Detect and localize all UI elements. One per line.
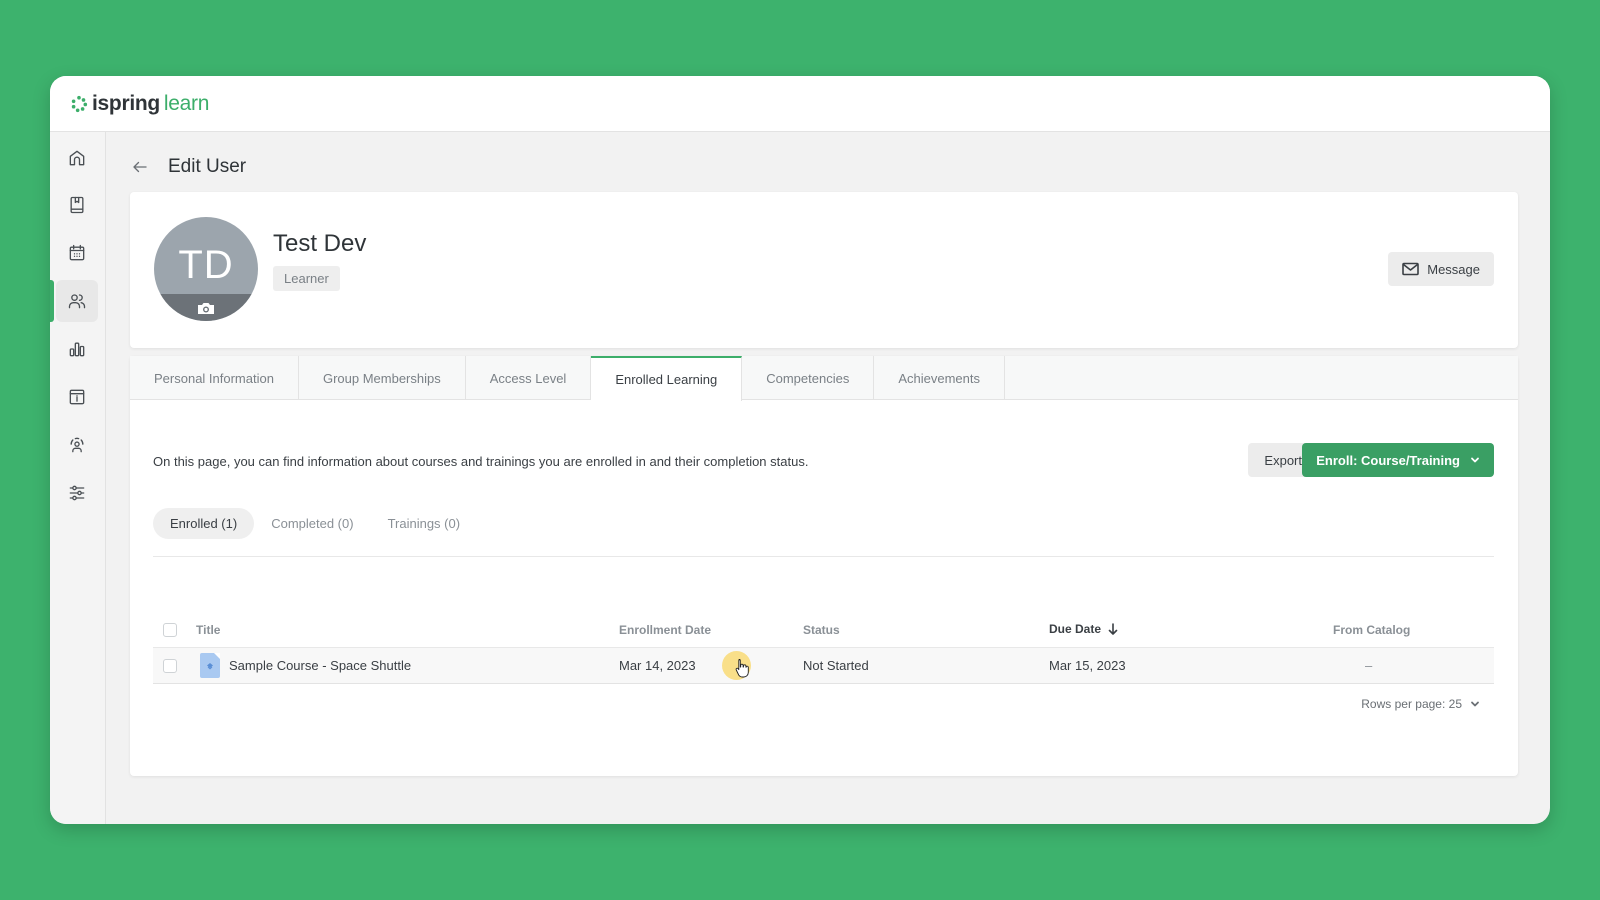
chevron-down-icon bbox=[1471, 457, 1479, 463]
rows-per-page-select[interactable]: Rows per page: 25 bbox=[1361, 697, 1480, 711]
course-icon bbox=[200, 653, 220, 678]
page-title: Edit User bbox=[168, 156, 247, 177]
column-from-catalog[interactable]: From Catalog bbox=[1333, 623, 1410, 637]
column-enrollment-date[interactable]: Enrollment Date bbox=[619, 623, 711, 637]
avatar: TD bbox=[154, 217, 258, 321]
due-date: Mar 15, 2023 bbox=[1049, 658, 1126, 673]
sort-arrow-down-icon bbox=[1108, 622, 1118, 638]
sidebar-item-content[interactable] bbox=[56, 184, 98, 226]
column-due-date-label: Due Date bbox=[1049, 621, 1102, 636]
table-header: Title Enrollment Date Status Due Date Fr… bbox=[153, 612, 1494, 648]
row-checkbox[interactable] bbox=[163, 658, 177, 673]
profile-card: TD Test Dev Learner Message bbox=[130, 192, 1518, 348]
rows-per-page-label: Rows per page: 25 bbox=[1361, 697, 1462, 711]
subtab-trainings[interactable]: Trainings (0) bbox=[371, 508, 477, 539]
sidebar-item-reports[interactable] bbox=[56, 328, 98, 370]
back-button[interactable] bbox=[130, 157, 150, 177]
message-button[interactable]: Message bbox=[1388, 252, 1494, 286]
role-badge: Learner bbox=[273, 266, 340, 291]
sliders-icon bbox=[69, 485, 85, 501]
chevron-down-icon bbox=[1471, 701, 1479, 707]
sidebar-item-support[interactable] bbox=[56, 424, 98, 466]
enrolled-learning-card: Personal Information Group Memberships A… bbox=[130, 356, 1518, 776]
column-status[interactable]: Status bbox=[803, 623, 840, 637]
tab-bar: Personal Information Group Memberships A… bbox=[130, 356, 1518, 401]
user-name: Test Dev bbox=[273, 230, 367, 257]
select-all-checkbox[interactable] bbox=[163, 622, 177, 637]
users-icon bbox=[68, 294, 86, 309]
headset-icon bbox=[70, 437, 84, 453]
divider bbox=[153, 556, 1494, 557]
sidebar-item-info[interactable] bbox=[56, 376, 98, 418]
tab-personal-information[interactable]: Personal Information bbox=[130, 356, 299, 400]
bar-chart-icon bbox=[69, 342, 85, 357]
logo[interactable]: ispring learn bbox=[70, 92, 209, 116]
logo-product: learn bbox=[163, 91, 210, 115]
tab-enrolled-learning[interactable]: Enrolled Learning bbox=[591, 356, 743, 401]
ispring-logo-icon bbox=[71, 95, 88, 112]
avatar-initials: TD bbox=[178, 243, 234, 287]
subtab-enrolled[interactable]: Enrolled (1) bbox=[153, 508, 255, 539]
message-button-label: Message bbox=[1427, 261, 1480, 277]
tab-group-memberships[interactable]: Group Memberships bbox=[299, 356, 466, 400]
course-title-link[interactable]: Sample Course - Space Shuttle bbox=[229, 658, 411, 673]
home-icon bbox=[69, 150, 85, 166]
logo-brand: ispring bbox=[92, 91, 160, 115]
enroll-button[interactable]: Enroll: Course/Training bbox=[1302, 443, 1494, 477]
from-catalog-value: – bbox=[1365, 658, 1373, 673]
sidebar bbox=[50, 132, 106, 824]
enroll-button-label: Enroll: Course/Training bbox=[1316, 452, 1460, 468]
change-photo-button[interactable] bbox=[154, 294, 258, 321]
column-title[interactable]: Title bbox=[196, 623, 220, 637]
hand-pointer-icon bbox=[735, 659, 749, 678]
top-bar: ispring learn bbox=[50, 76, 1550, 132]
info-icon bbox=[69, 389, 85, 405]
enrollment-date: Mar 14, 2023 bbox=[619, 658, 696, 673]
enrollment-filter-tabs: Enrolled (1) Completed (0) Trainings (0) bbox=[153, 508, 477, 539]
page-header: Edit User bbox=[130, 156, 246, 178]
sidebar-item-settings[interactable] bbox=[56, 472, 98, 514]
tab-achievements[interactable]: Achievements bbox=[874, 356, 1005, 400]
camera-icon bbox=[198, 302, 214, 314]
sidebar-item-calendar[interactable] bbox=[56, 232, 98, 274]
sidebar-item-home[interactable] bbox=[56, 137, 98, 179]
active-nav-indicator bbox=[50, 280, 54, 322]
calendar-icon bbox=[69, 244, 85, 261]
column-due-date[interactable]: Due Date bbox=[1049, 622, 1118, 638]
tab-competencies[interactable]: Competencies bbox=[742, 356, 875, 400]
page-description: On this page, you can find information a… bbox=[153, 454, 809, 469]
status-text: Not Started bbox=[803, 658, 869, 673]
envelope-icon bbox=[1402, 262, 1420, 276]
tab-access-level[interactable]: Access Level bbox=[466, 356, 592, 400]
arrow-left-icon bbox=[133, 161, 147, 173]
book-icon bbox=[70, 196, 84, 214]
sidebar-item-users[interactable] bbox=[56, 280, 98, 322]
main-content: Edit User TD Test Dev Learner Message Pe… bbox=[106, 132, 1550, 824]
table-row[interactable]: Sample Course - Space Shuttle Mar 14, 20… bbox=[153, 648, 1494, 684]
app-window: ispring learn Edit User TD Test Dev Lear… bbox=[50, 76, 1550, 824]
logo-text: ispring learn bbox=[92, 92, 209, 116]
subtab-completed[interactable]: Completed (0) bbox=[254, 508, 370, 539]
enrollments-table: Title Enrollment Date Status Due Date Fr… bbox=[153, 612, 1494, 684]
